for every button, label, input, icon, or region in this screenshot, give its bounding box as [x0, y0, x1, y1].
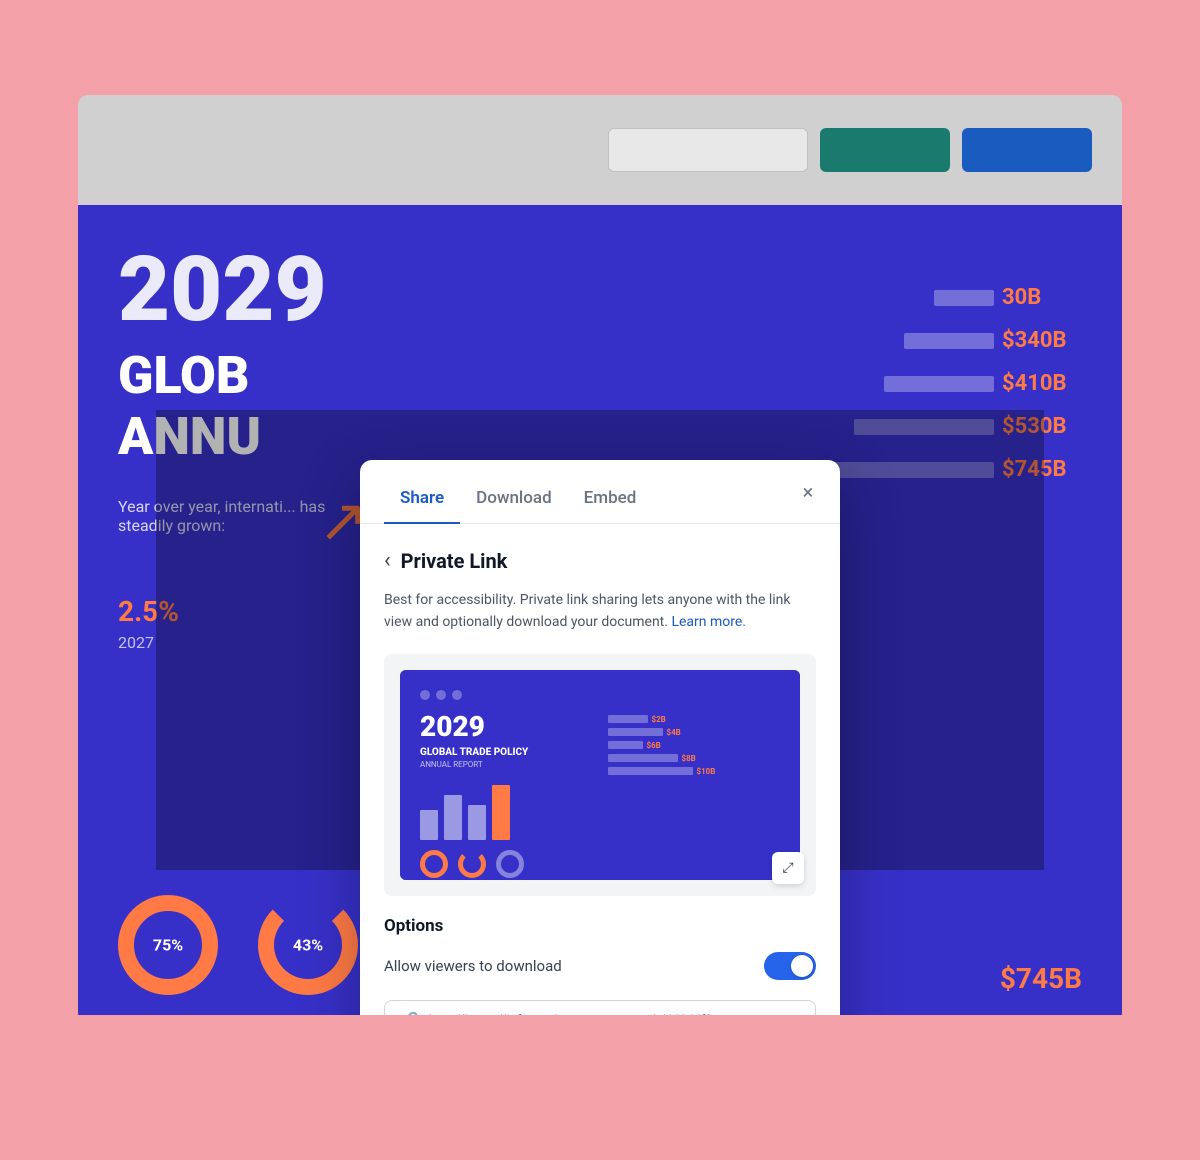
- preview-year: 2029: [420, 710, 593, 743]
- private-link-title: Private Link: [401, 549, 508, 573]
- pie-label-1: 75%: [153, 936, 183, 955]
- url-text: http://https://infograph.venngage.com/pl…: [429, 1013, 801, 1015]
- browser-chrome: [78, 95, 1122, 205]
- preview-dot-1: [420, 690, 430, 700]
- allow-download-label: Allow viewers to download: [384, 957, 562, 975]
- preview-bar-val-3: $6B: [647, 741, 661, 750]
- preview-bar-1: [420, 810, 438, 840]
- bar-label-2: $340B: [1002, 328, 1092, 353]
- preview-bar-h-2: [608, 728, 663, 736]
- preview-dot-2: [436, 690, 446, 700]
- preview-pie-1: [420, 850, 448, 878]
- modal-header: Share Download Embed ×: [360, 460, 840, 524]
- toggle-knob: [791, 955, 813, 977]
- browser-button-blue[interactable]: [962, 128, 1092, 172]
- preview-subtitle: ANNUAL REPORT: [420, 760, 593, 769]
- option-row-download: Allow viewers to download: [384, 952, 816, 980]
- tab-download[interactable]: Download: [460, 480, 568, 524]
- modal-body: ‹ Private Link Best for accessibility. P…: [360, 524, 840, 1015]
- preview-left: 2029 GLOBAL TRADE POLICY ANNUAL REPORT: [420, 710, 593, 878]
- preview-bar-row-1: $2B: [608, 715, 781, 724]
- preview-bar-val-2: $4B: [667, 728, 681, 737]
- learn-more-link[interactable]: Learn more.: [671, 614, 746, 630]
- preview-container: 2029 GLOBAL TRADE POLICY ANNUAL REPORT: [384, 654, 816, 896]
- browser-url-bar[interactable]: [608, 128, 808, 172]
- preview-bar-row-2: $4B: [608, 728, 781, 737]
- preview-bar-h-1: [608, 715, 648, 723]
- content-area: 2029 GLOB ANNU ↗ Year over year, interna…: [78, 205, 1122, 1015]
- preview-bar-row-5: $10B: [608, 767, 781, 776]
- pie-chart-2: 43%: [258, 895, 358, 995]
- tab-embed[interactable]: Embed: [568, 480, 653, 524]
- preview-pie-3: [496, 850, 524, 878]
- preview-bar-val-5: $10B: [697, 767, 716, 776]
- infographic-bottom-value: $745B: [1000, 962, 1082, 995]
- browser-button-teal[interactable]: [820, 128, 950, 172]
- preview-bar-h-4: [608, 754, 678, 762]
- preview-bar-3: [468, 805, 486, 840]
- modal-overlay: Share Download Embed × ‹ Private Link Be…: [156, 410, 1044, 870]
- preview-bar-val-1: $2B: [652, 715, 666, 724]
- preview-title: GLOBAL TRADE POLICY: [420, 747, 593, 758]
- bar-item-3: $410B: [814, 371, 1092, 396]
- preview-dot-3: [452, 690, 462, 700]
- preview-circles: [420, 850, 593, 878]
- preview-mini-chart: [420, 785, 593, 840]
- bar-line-1: [934, 290, 994, 306]
- bar-line-3: [884, 376, 994, 392]
- preview-bar-val-4: $8B: [682, 754, 696, 763]
- preview-title-bar: [420, 690, 780, 700]
- bar-label-3: $410B: [1002, 371, 1092, 396]
- pie-chart-1: 75%: [118, 895, 218, 995]
- modal-tabs: Share Download Embed: [384, 480, 816, 523]
- pie-label-2: 43%: [293, 936, 323, 955]
- preview-content: 2029 GLOBAL TRADE POLICY ANNUAL REPORT: [420, 710, 780, 878]
- bar-item-1: 30B: [814, 285, 1092, 310]
- preview-infographic: 2029 GLOBAL TRADE POLICY ANNUAL REPORT: [400, 670, 800, 880]
- preview-bar-h-3: [608, 741, 643, 749]
- private-link-header: ‹ Private Link: [384, 548, 816, 573]
- preview-bar-2: [444, 795, 462, 840]
- expand-preview-button[interactable]: ⤢: [772, 852, 804, 884]
- preview-bar-4: [492, 785, 510, 840]
- url-input-container[interactable]: 🔗 http://https://infograph.venngage.com/…: [384, 1000, 816, 1015]
- preview-bar-h-5: [608, 767, 693, 775]
- bar-line-2: [904, 333, 994, 349]
- pie-circle-1: 75%: [118, 895, 218, 995]
- preview-bar-row-3: $6B: [608, 741, 781, 750]
- allow-download-toggle[interactable]: [764, 952, 816, 980]
- preview-inner: 2029 GLOBAL TRADE POLICY ANNUAL REPORT: [400, 670, 800, 880]
- modal-close-button[interactable]: ×: [792, 476, 824, 508]
- link-icon: 🔗: [399, 1011, 419, 1015]
- bar-item-2: $340B: [814, 328, 1092, 353]
- preview-pie-2: [458, 850, 486, 878]
- preview-bar-row-4: $8B: [608, 754, 781, 763]
- description-text: Best for accessibility. Private link sha…: [384, 589, 816, 634]
- bar-label-1: 30B: [1002, 285, 1092, 310]
- pie-circle-2: 43%: [258, 895, 358, 995]
- back-button[interactable]: ‹: [384, 548, 391, 573]
- preview-right: $2B $4B $6B: [608, 710, 781, 878]
- options-title: Options: [384, 916, 816, 936]
- tab-share[interactable]: Share: [384, 480, 460, 524]
- share-modal: Share Download Embed × ‹ Private Link Be…: [360, 460, 840, 1015]
